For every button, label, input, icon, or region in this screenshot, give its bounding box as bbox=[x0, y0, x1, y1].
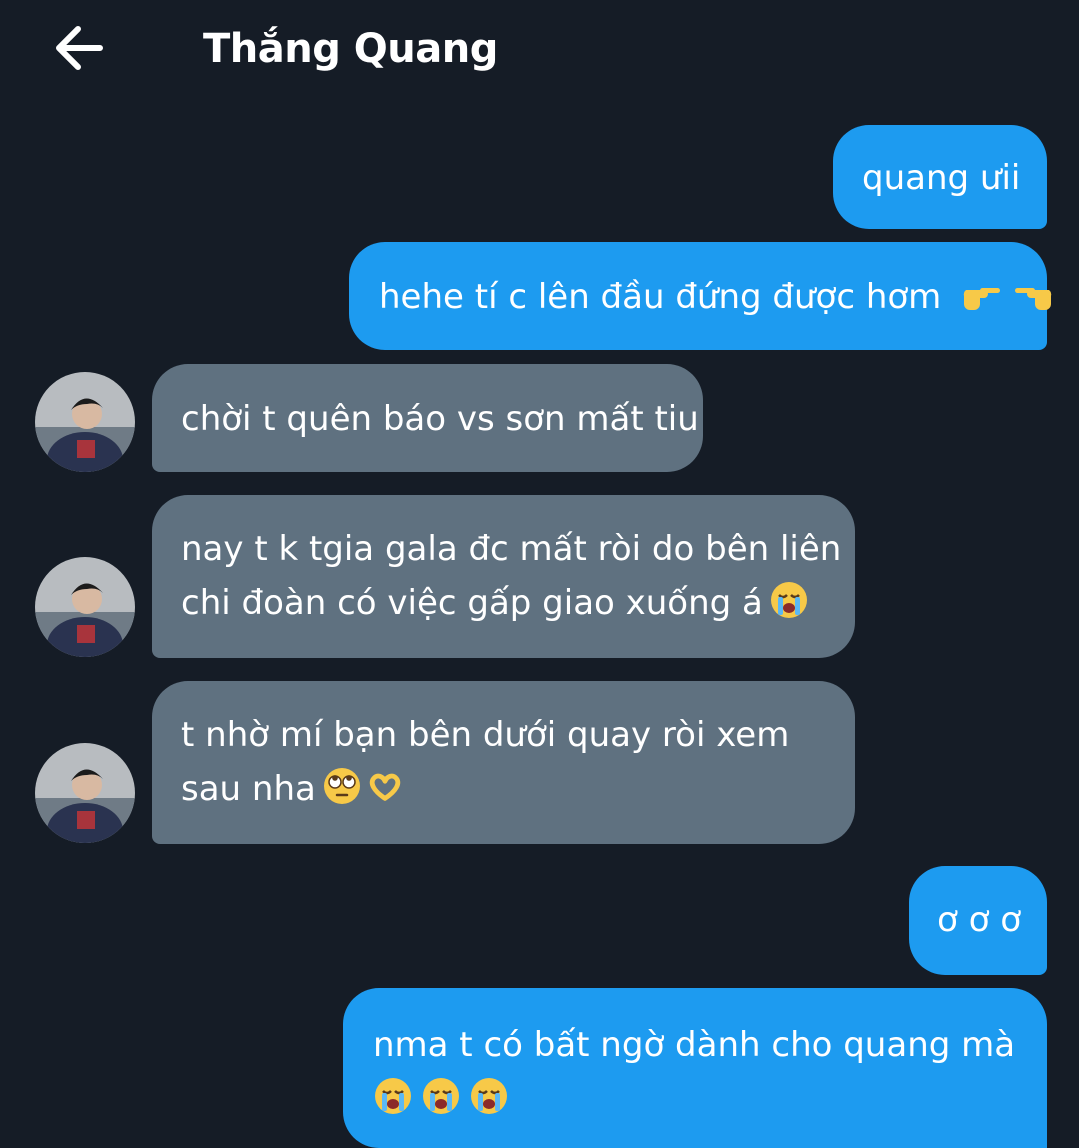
message-text: ơ ơ ơ bbox=[937, 900, 1022, 940]
incoming-message[interactable]: t nhờ mí bạn bên dưới quay ròi xem sau n… bbox=[152, 681, 855, 844]
avatar-photo bbox=[35, 372, 135, 472]
message-line: nay t k tgia gala đc mất ròi do bên liên bbox=[181, 529, 842, 569]
incoming-message[interactable]: chời t quên báo vs sơn mất tiu bbox=[152, 364, 703, 472]
avatar-photo bbox=[35, 557, 135, 657]
avatar-photo bbox=[35, 743, 135, 843]
loudly-crying-emoji bbox=[770, 582, 807, 618]
loudly-crying-emoji bbox=[471, 1078, 507, 1114]
outgoing-message[interactable]: ơ ơ ơ bbox=[909, 866, 1047, 975]
loudly-crying-emoji bbox=[375, 1078, 411, 1114]
message-text: hehe tí c lên đầu đứng được hơm bbox=[379, 277, 942, 317]
incoming-message[interactable]: nay t k tgia gala đc mất ròi do bên liên… bbox=[152, 495, 855, 658]
message-line: nma t có bất ngờ dành cho quang mà bbox=[373, 1025, 1016, 1065]
back-arrow-icon bbox=[56, 26, 103, 70]
back-button[interactable] bbox=[50, 20, 110, 76]
pointing-left-emoji bbox=[1014, 288, 1052, 310]
message-text: chời t quên báo vs sơn mất tiu bbox=[181, 399, 699, 439]
contact-name[interactable]: Thắng Quang bbox=[203, 26, 498, 72]
contact-avatar[interactable] bbox=[35, 557, 135, 657]
heart-hands-emoji bbox=[369, 773, 401, 801]
outgoing-message[interactable]: nma t có bất ngờ dành cho quang mà bbox=[343, 988, 1047, 1148]
message-line-with-emoji: sau nha bbox=[181, 762, 855, 816]
outgoing-message[interactable]: hehe tí c lên đầu đứng được hơm bbox=[349, 242, 1052, 350]
eye-roll-emoji bbox=[323, 768, 360, 804]
emoji-row bbox=[373, 1072, 1047, 1126]
pointing-right-emoji bbox=[963, 288, 1001, 310]
chat-header: Thắng Quang bbox=[0, 0, 1079, 110]
message-line: t nhờ mí bạn bên dưới quay ròi xem bbox=[181, 715, 790, 755]
loudly-crying-emoji bbox=[423, 1078, 459, 1114]
message-line: sau nha bbox=[181, 769, 316, 809]
message-text: quang ưii bbox=[862, 158, 1021, 198]
message-line: chi đoàn có việc gấp giao xuống á bbox=[181, 583, 763, 623]
message-line-with-emoji: chi đoàn có việc gấp giao xuống á bbox=[181, 576, 855, 630]
contact-avatar[interactable] bbox=[35, 372, 135, 472]
contact-avatar[interactable] bbox=[35, 743, 135, 843]
outgoing-message[interactable]: quang ưii bbox=[833, 125, 1047, 229]
